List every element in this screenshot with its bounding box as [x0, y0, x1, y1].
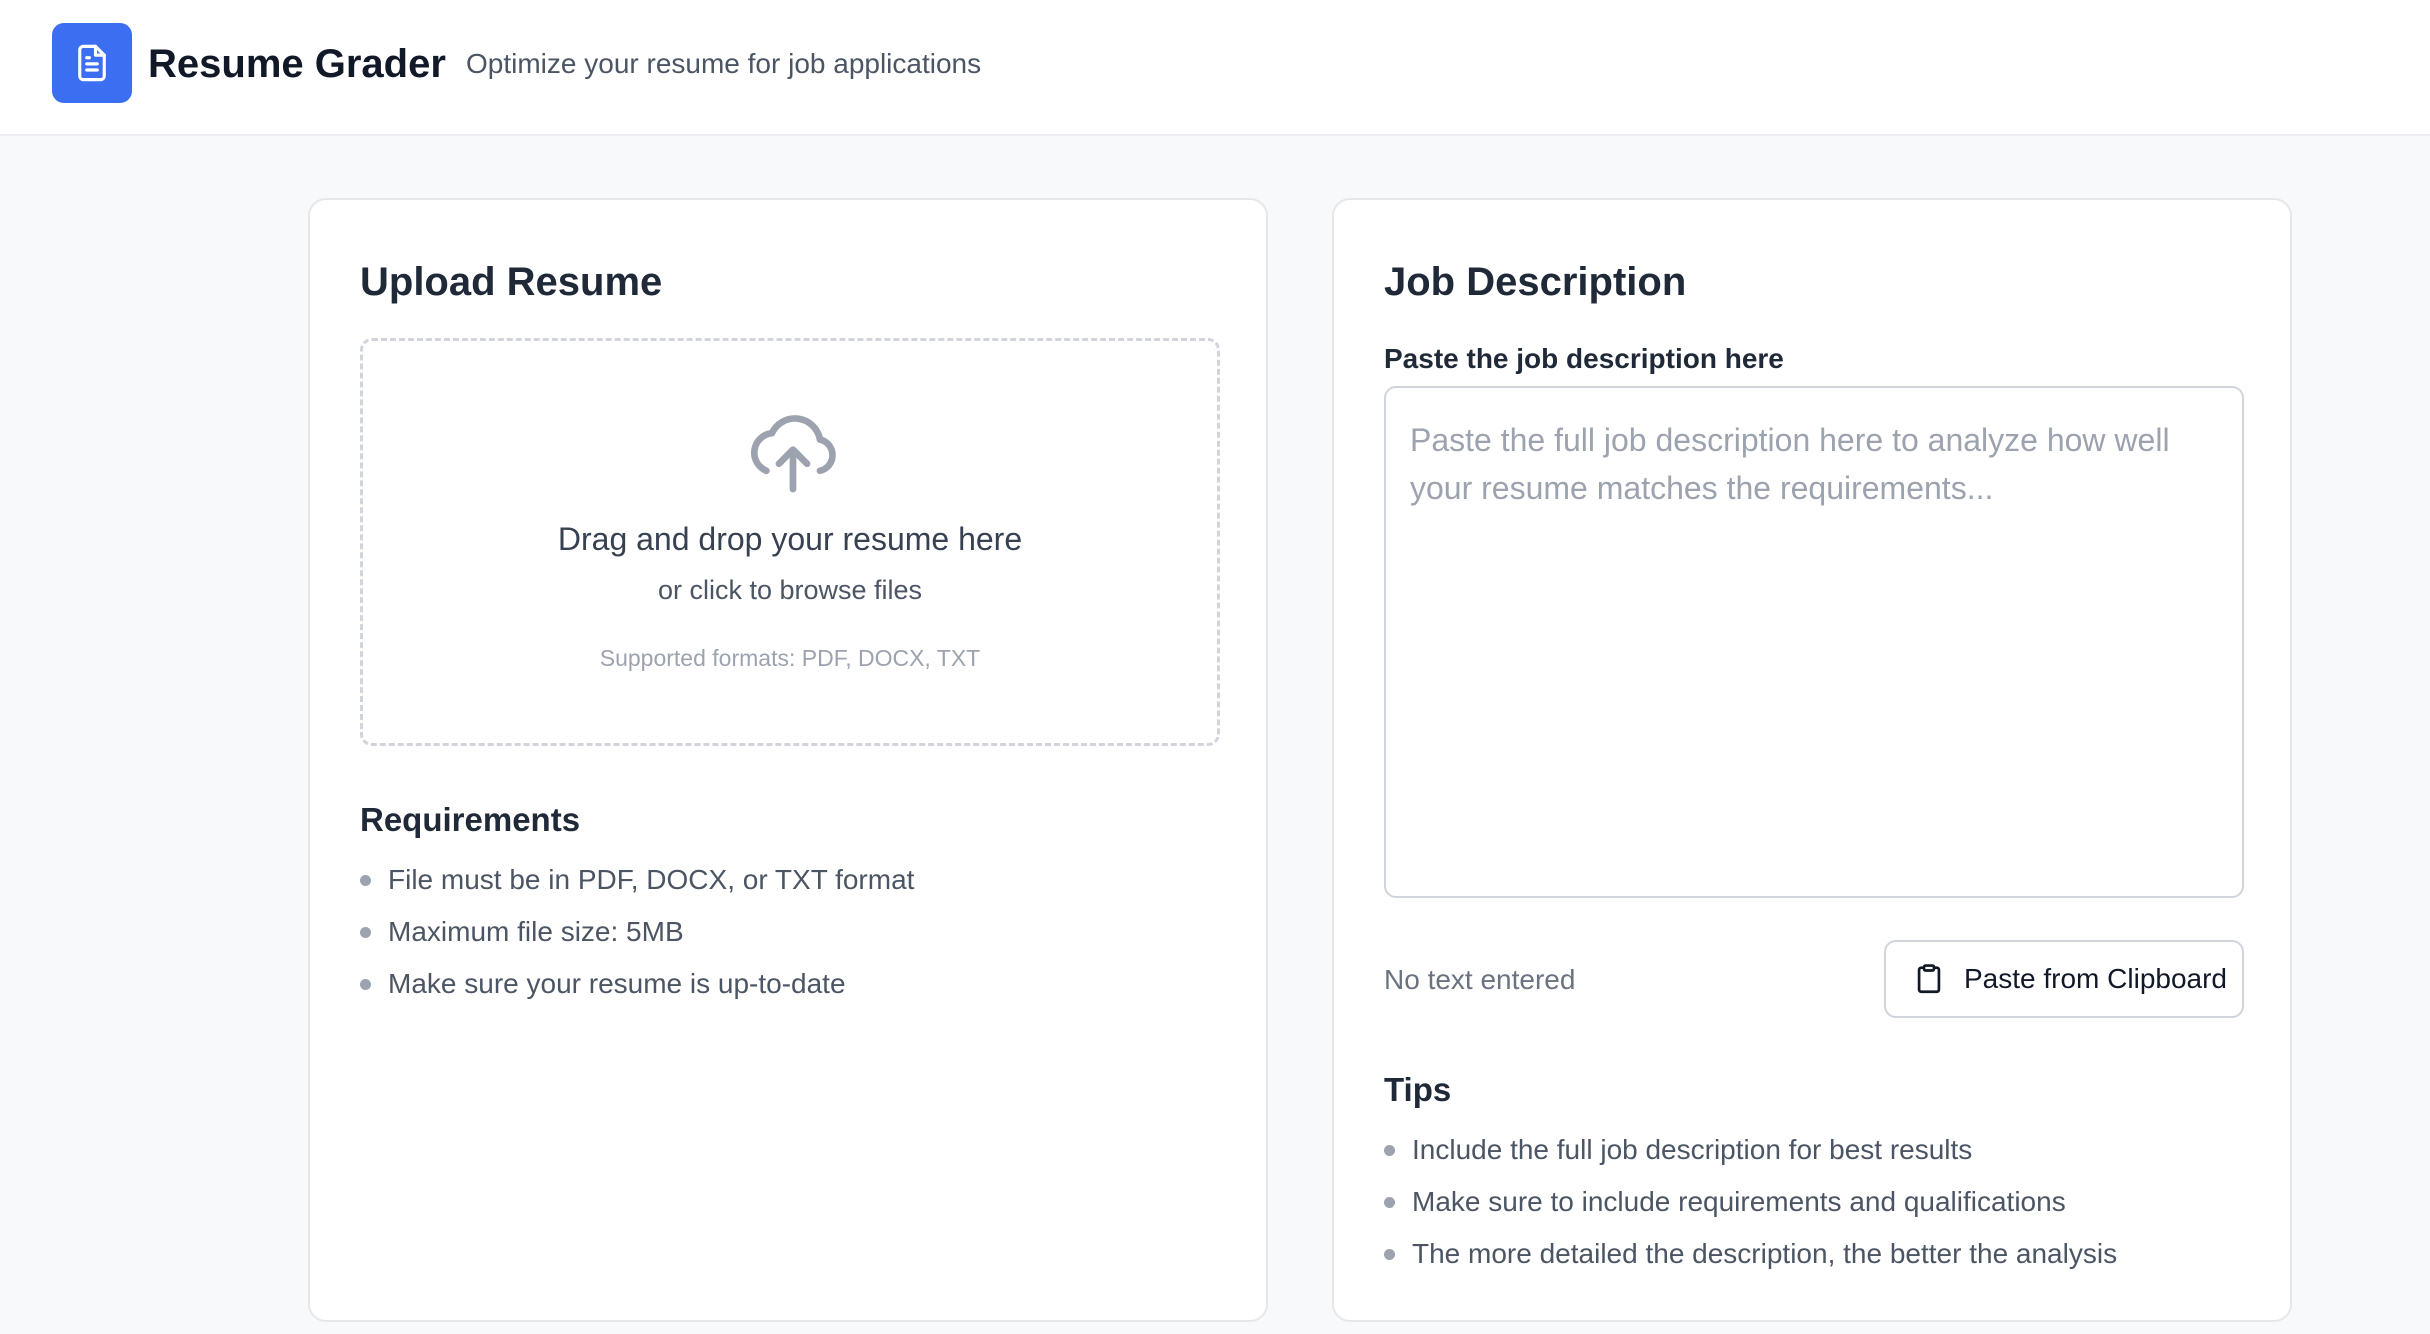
list-item: Include the full job description for bes… [1384, 1130, 2117, 1182]
browse-files-text[interactable]: or click to browse files [363, 573, 1217, 607]
requirement-text: Maximum file size: 5MB [388, 916, 684, 947]
app-logo [52, 23, 132, 103]
job-description-label: Paste the job description here [1384, 343, 1784, 374]
job-description-title: Job Description [1384, 260, 1687, 304]
list-item: Maximum file size: 5MB [360, 912, 914, 964]
requirement-text: File must be in PDF, DOCX, or TXT format [388, 864, 915, 895]
bullet-dot [360, 927, 371, 938]
job-description-textarea[interactable] [1384, 386, 2244, 898]
tip-text: The more detailed the description, the b… [1412, 1238, 2118, 1269]
bullet-dot [360, 979, 371, 990]
list-item: Make sure to include requirements and qu… [1384, 1182, 2117, 1234]
upload-resume-title: Upload Resume [360, 260, 663, 304]
bullet-dot [360, 875, 371, 886]
paste-from-clipboard-button[interactable]: Paste from Clipboard [1884, 940, 2244, 1018]
app-subtitle: Optimize your resume for job application… [466, 48, 982, 79]
requirement-text: Make sure your resume is up-to-date [388, 968, 846, 999]
cloud-upload-icon [746, 409, 840, 495]
tips-list: Include the full job description for bes… [1384, 1130, 2117, 1286]
list-item: The more detailed the description, the b… [1384, 1234, 2117, 1286]
clipboard-icon [1912, 962, 1946, 996]
bullet-dot [1384, 1145, 1395, 1156]
list-item: Make sure your resume is up-to-date [360, 964, 914, 1016]
upload-resume-card: Upload Resume Drag and drop your resume … [308, 198, 1268, 1322]
paste-button-label: Paste from Clipboard [1964, 963, 2228, 994]
app-header: Resume Grader Optimize your resume for j… [0, 0, 2430, 136]
list-item: File must be in PDF, DOCX, or TXT format [360, 860, 914, 912]
text-status: No text entered [1384, 964, 1576, 995]
app-title: Resume Grader [148, 42, 446, 86]
bullet-dot [1384, 1197, 1395, 1208]
document-icon [71, 42, 113, 84]
dropzone-main-text: Drag and drop your resume here [557, 521, 1023, 557]
resume-dropzone[interactable]: Drag and drop your resume here or click … [360, 338, 1220, 746]
requirements-list: File must be in PDF, DOCX, or TXT format… [360, 860, 914, 1016]
tip-text: Include the full job description for bes… [1412, 1134, 1973, 1165]
requirements-heading: Requirements [360, 801, 581, 838]
tips-heading: Tips [1384, 1071, 1452, 1108]
job-description-card: Job Description Paste the job descriptio… [1332, 198, 2292, 1322]
supported-formats-text: Supported formats: PDF, DOCX, TXT [599, 645, 981, 671]
bullet-dot [1384, 1249, 1395, 1260]
tip-text: Make sure to include requirements and qu… [1412, 1186, 2066, 1217]
